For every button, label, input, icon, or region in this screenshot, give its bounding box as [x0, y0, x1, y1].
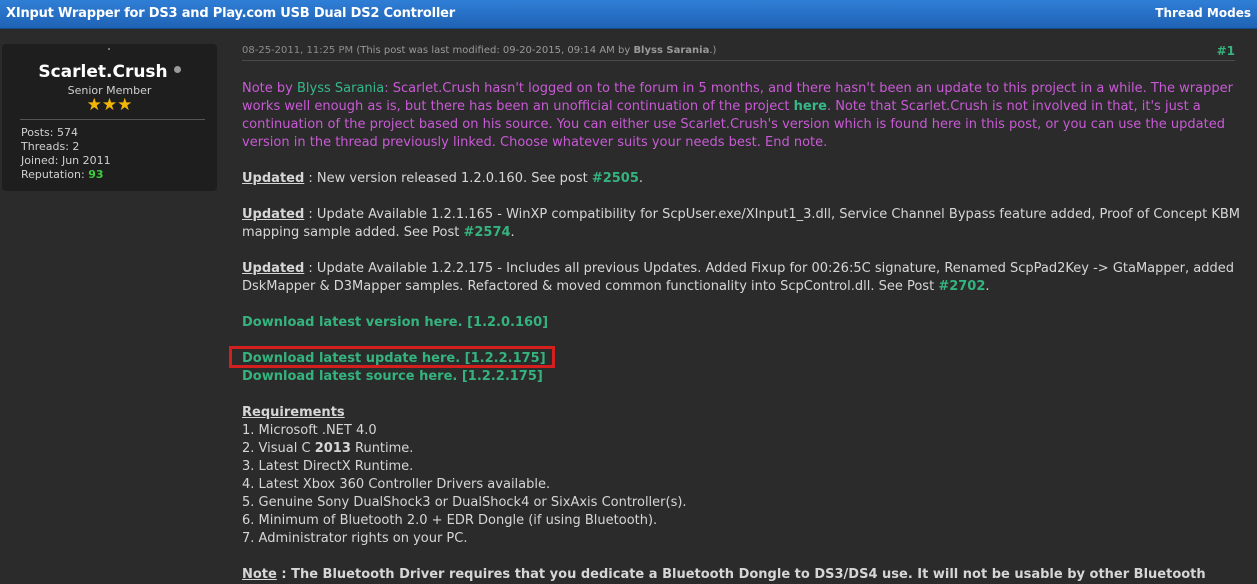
download-source-link[interactable]: Download latest source here. [1.2.2.175] — [242, 368, 543, 386]
note-author: Blyss Sarania — [296, 81, 385, 96]
vc-suffix: Runtime. — [350, 441, 414, 456]
post-body: Note by Blyss Sarania: Scarlet.Crush has… — [242, 80, 1242, 584]
update-text: : Update Available 1.2.1.165 - WinXP com… — [242, 207, 1240, 240]
update-label: Updated — [242, 261, 305, 276]
post-meta: 08-25-2011, 11:25 PM (This post was last… — [242, 45, 716, 56]
note-prefix: Note by — [242, 81, 297, 96]
highlight-box — [229, 346, 555, 368]
bluetooth-note-label: Note — [242, 567, 277, 582]
post-date: 08-25-2011, 11:25 PM — [242, 45, 354, 56]
update-suffix: . — [510, 225, 515, 240]
requirement-item: 5. Genuine Sony DualShock3 or DualShock4… — [242, 495, 687, 510]
username-row: Scarlet.Crush — [2, 62, 217, 82]
reputation-label: Reputation: — [21, 168, 85, 181]
bluetooth-note-text: : The Bluetooth Driver requires that you… — [276, 567, 1206, 582]
bluetooth-note: Note : The Bluetooth Driver requires tha… — [242, 566, 1242, 584]
modified-prefix: (This post was last modified: 09-20-2015… — [356, 45, 631, 56]
vc-version: 2013 — [314, 441, 351, 456]
update-suffix: . — [638, 171, 644, 186]
user-joined: Joined: Jun 2011 — [21, 154, 111, 167]
user-panel: Scarlet.Crush Senior Member ★★★ Posts: 5… — [2, 44, 217, 191]
rank-stars-icon: ★★★ — [86, 95, 133, 115]
update-text: : Update Available 1.2.2.175 - Includes … — [242, 261, 1234, 294]
requirement-text: 2. Visual C — [242, 441, 315, 456]
username-link[interactable]: Scarlet.Crush — [38, 62, 167, 82]
update-suffix: . — [985, 279, 990, 294]
user-reputation: Reputation: 93 — [21, 168, 111, 182]
user-stats: Posts: 574 Threads: 2 Joined: Jun 2011 R… — [21, 126, 111, 182]
modified-by-link[interactable]: Blyss Sarania — [633, 45, 709, 56]
user-posts: Posts: 574 — [21, 126, 78, 139]
reputation-value[interactable]: 93 — [88, 168, 103, 181]
post-link-2702[interactable]: #2702 — [938, 279, 985, 294]
thread-title: XInput Wrapper for DS3 and Play.com USB … — [6, 6, 455, 21]
download-version-link[interactable]: Download latest version here. [1.2.0.160… — [242, 314, 548, 332]
post-number-link[interactable]: #1 — [1217, 44, 1235, 58]
divider-dot — [108, 48, 110, 50]
modified-suffix: .) — [709, 45, 717, 56]
post-link-2505[interactable]: #2505 — [592, 171, 639, 186]
requirement-item: 6. Minimum of Bluetooth 2.0 + EDR Dongle… — [242, 513, 658, 528]
note-here-link[interactable]: here — [794, 99, 827, 114]
requirement-item: 7. Administrator rights on your PC. — [242, 531, 468, 546]
requirement-item: 2. Visual C 2013 Runtime. — [242, 440, 1242, 458]
update-2: Updated : Update Available 1.2.1.165 - W… — [242, 206, 1242, 242]
requirement-item: 1. Microsoft .NET 4.0 — [242, 423, 377, 438]
offline-status-icon — [173, 65, 181, 73]
requirements-title: Requirements — [242, 405, 345, 420]
update-text: : New version released 1.2.0.160. See po… — [304, 171, 592, 186]
post-meta-divider — [242, 60, 1235, 61]
requirement-item: 4. Latest Xbox 360 Controller Drivers av… — [242, 477, 551, 492]
update-1: Updated : New version released 1.2.0.160… — [242, 170, 1242, 188]
requirement-item: 3. Latest DirectX Runtime. — [242, 459, 414, 474]
thread-modes-link[interactable]: Thread Modes — [1155, 6, 1251, 20]
post-link-2574[interactable]: #2574 — [463, 225, 510, 240]
moderator-note: Note by Blyss Sarania: Scarlet.Crush has… — [242, 80, 1242, 152]
user-divider — [20, 119, 205, 120]
user-threads: Threads: 2 — [21, 140, 80, 153]
update-3: Updated : Update Available 1.2.2.175 - I… — [242, 260, 1242, 296]
update-label: Updated — [242, 207, 305, 222]
update-label: Updated — [242, 171, 305, 186]
thread-header: XInput Wrapper for DS3 and Play.com USB … — [0, 0, 1257, 29]
